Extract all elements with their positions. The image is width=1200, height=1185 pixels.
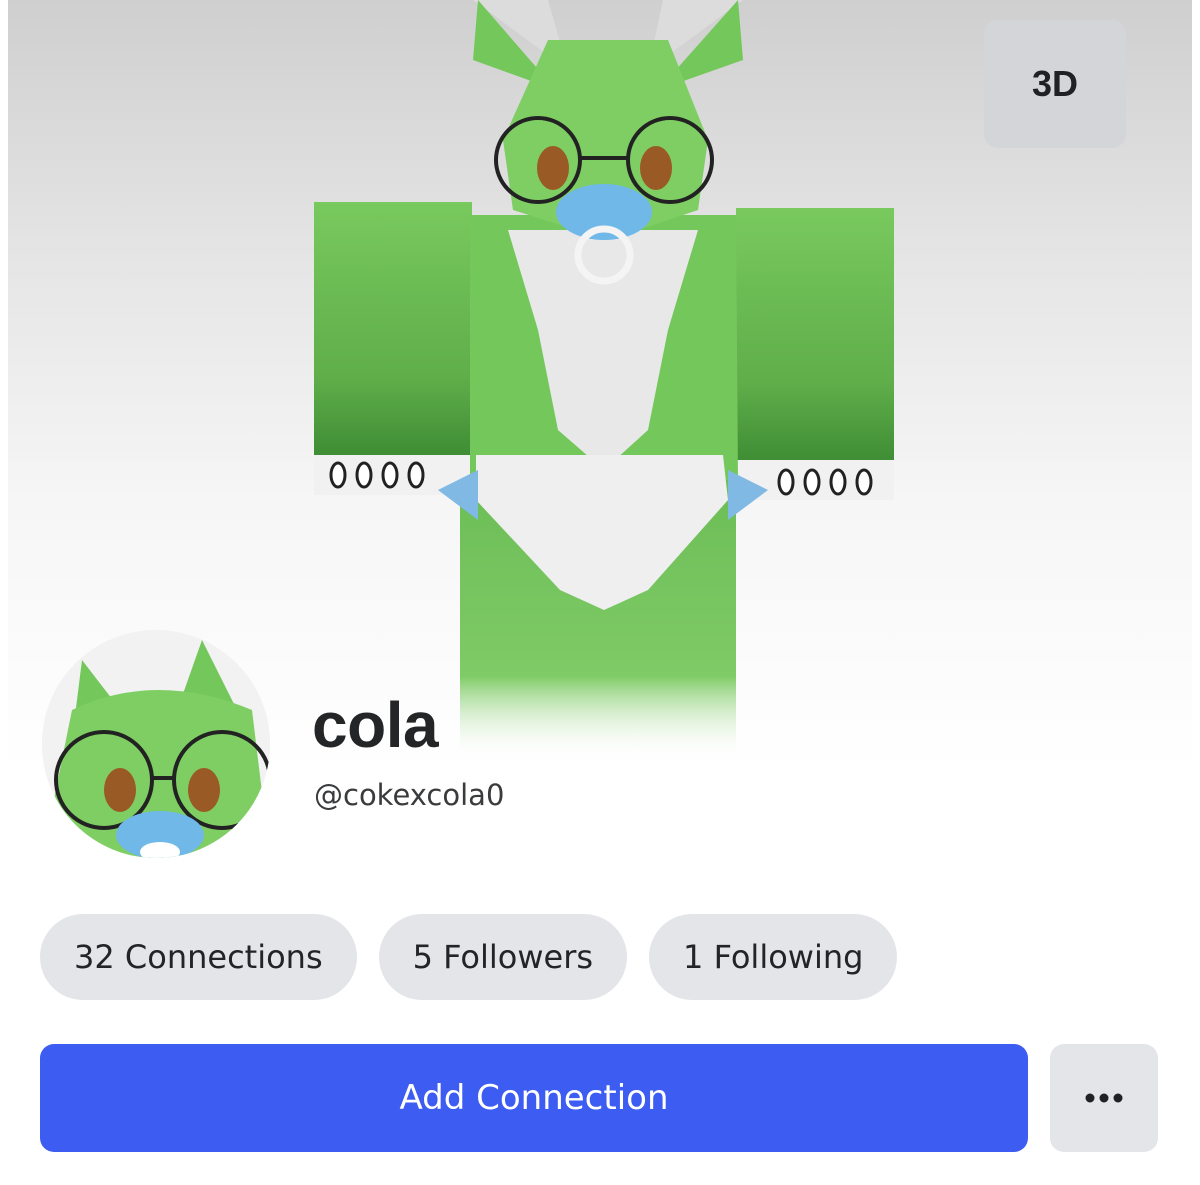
ellipsis-icon bbox=[1085, 1093, 1123, 1103]
following-pill[interactable]: 1 Following bbox=[649, 914, 898, 1000]
connections-pill[interactable]: 32 Connections bbox=[40, 914, 357, 1000]
username: @cokexcola0 bbox=[314, 778, 505, 812]
display-name: cola bbox=[312, 689, 439, 761]
profile-stats: 32 Connections 5 Followers 1 Following bbox=[40, 914, 898, 1000]
profile-page: 3D cola @cokexcola0 32 Connections 5 Fol… bbox=[0, 0, 1200, 1185]
add-connection-button[interactable]: Add Connection bbox=[40, 1044, 1028, 1152]
avatar-headshot-image bbox=[42, 630, 270, 858]
3d-toggle-button[interactable]: 3D bbox=[984, 20, 1126, 148]
more-options-button[interactable] bbox=[1050, 1044, 1158, 1152]
avatar[interactable] bbox=[42, 630, 270, 858]
followers-pill[interactable]: 5 Followers bbox=[378, 914, 628, 1000]
